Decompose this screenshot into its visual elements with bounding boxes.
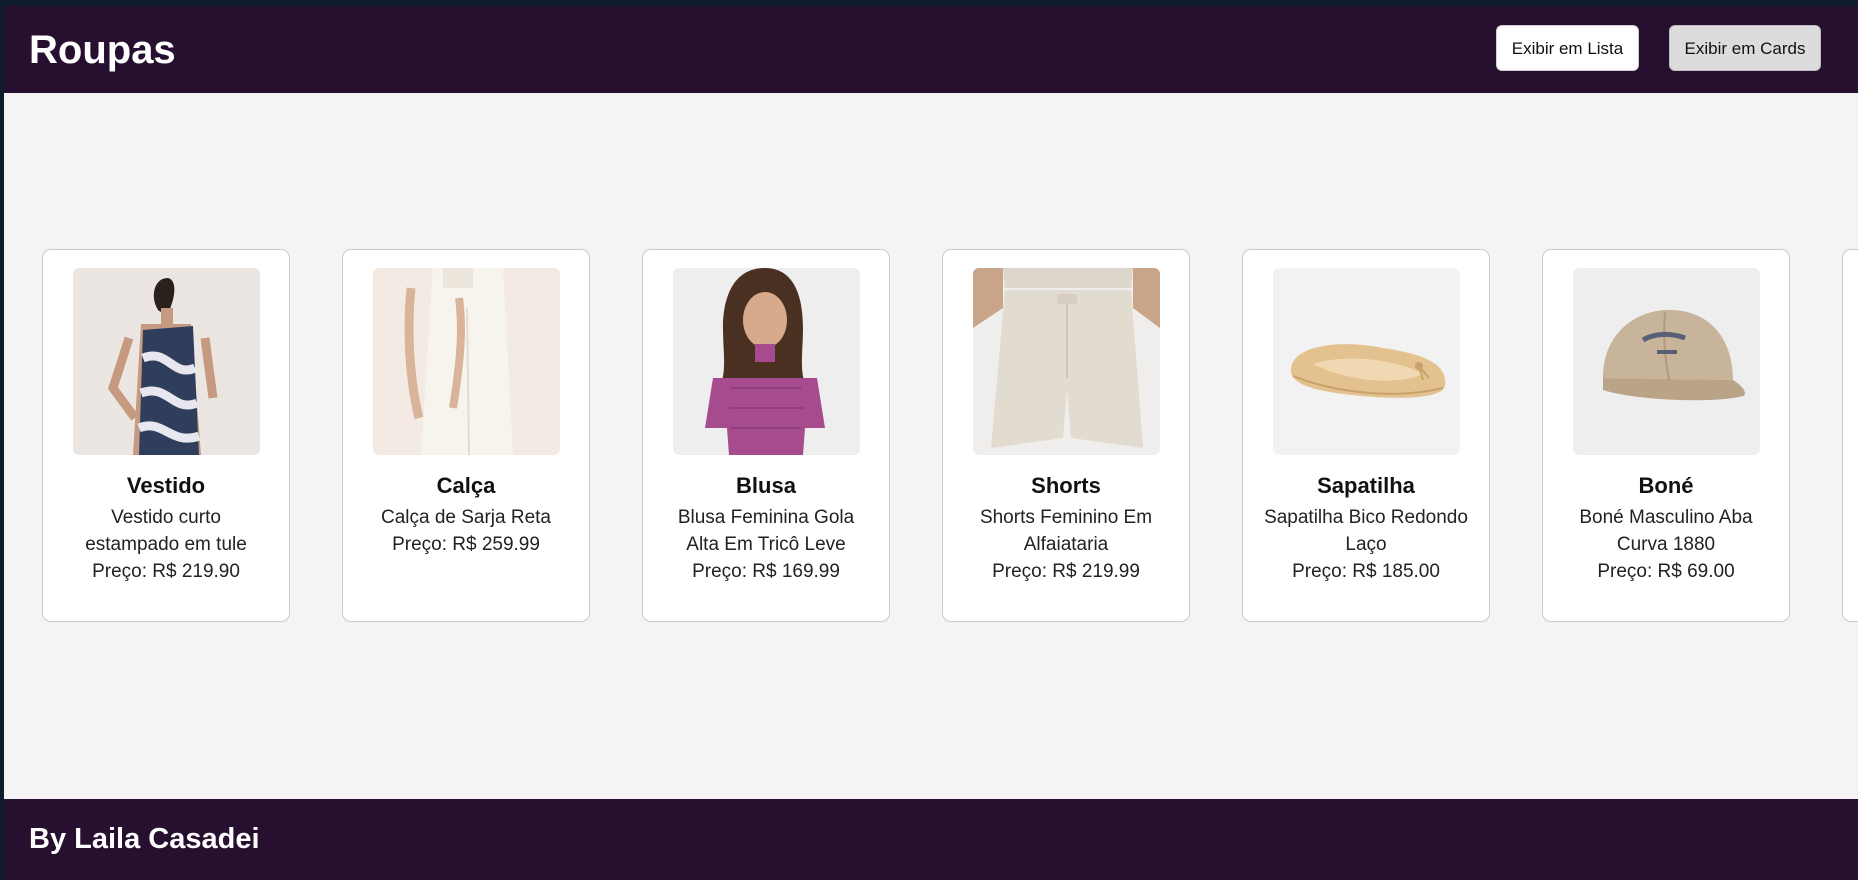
product-price: Preço: R$ 219.99 [992,561,1140,582]
product-description: Sapatilha Bico Redondo Laço [1264,507,1468,555]
product-description: Calça de Sarja Reta [380,507,552,528]
top-bar: Roupas Exibir em Lista Exibir em Cards [4,6,1858,93]
product-image [973,268,1160,455]
product-name: Vestido [126,473,206,498]
product-image [73,268,260,455]
pants-photo-icon [373,268,560,455]
product-card[interactable]: Blusa Blusa Feminina Gola Alta Em Tricô … [642,249,890,622]
product-card[interactable]: Vestido Vestido curto estampado em tule … [42,249,290,622]
site-title: Roupas [29,28,176,72]
footer-credit: By Laila Casadei [29,823,260,855]
product-description: Vestido curto estampado em tule [85,507,247,555]
app-page: Roupas Exibir em Lista Exibir em Cards V… [4,6,1858,880]
product-image [373,268,560,455]
product-details: Shorts Feminino Em Alfaiataria Preço: R$… [963,504,1169,585]
product-description: Boné Masculino Aba Curva 1880 [1579,507,1753,555]
product-price: Preço: R$ 169.99 [692,561,840,582]
product-image [673,268,860,455]
flat-shoe-photo-icon [1273,268,1460,455]
product-description: Blusa Feminina Gola Alta Em Tricô Leve [677,507,855,555]
product-details: Blusa Feminina Gola Alta Em Tricô Leve P… [663,504,869,585]
blouse-photo-icon [673,268,860,455]
product-price: Preço: R$ 69.00 [1597,561,1735,582]
cap-photo-icon [1573,268,1760,455]
product-name: Boné [1638,473,1694,498]
product-name: Sapatilha [1317,473,1415,498]
list-view-button[interactable]: Exibir em Lista [1496,25,1639,71]
product-card[interactable]: Sapatilha Sapatilha Bico Redondo Laço Pr… [1242,249,1490,622]
product-details: Sapatilha Bico Redondo Laço Preço: R$ 18… [1263,504,1469,585]
cards-view-button[interactable]: Exibir em Cards [1669,25,1821,71]
product-card-partial[interactable] [1842,249,1858,622]
product-card[interactable]: Boné Boné Masculino Aba Curva 1880 Preço… [1542,249,1790,622]
product-image [1573,268,1760,455]
product-card[interactable]: Shorts Shorts Feminino Em Alfaiataria Pr… [942,249,1190,622]
product-card[interactable]: Calça Calça de Sarja Reta Preço: R$ 259.… [342,249,590,622]
footer: By Laila Casadei [4,799,1858,880]
dress-photo-icon [73,268,260,455]
product-name: Shorts [1031,473,1101,498]
product-carousel[interactable]: Vestido Vestido curto estampado em tule … [4,93,1858,793]
product-details: Boné Masculino Aba Curva 1880 Preço: R$ … [1563,504,1769,585]
product-name: Calça [436,473,496,498]
shorts-photo-icon [973,268,1160,455]
product-details: Calça de Sarja Reta Preço: R$ 259.99 [363,504,569,558]
product-price: Preço: R$ 185.00 [1292,561,1440,582]
product-description: Shorts Feminino Em Alfaiataria [979,507,1153,555]
product-price: Preço: R$ 219.90 [92,561,240,582]
product-image [1273,268,1460,455]
product-details: Vestido curto estampado em tule Preço: R… [63,504,269,585]
product-price: Preço: R$ 259.99 [392,534,540,555]
product-name: Blusa [736,473,796,498]
